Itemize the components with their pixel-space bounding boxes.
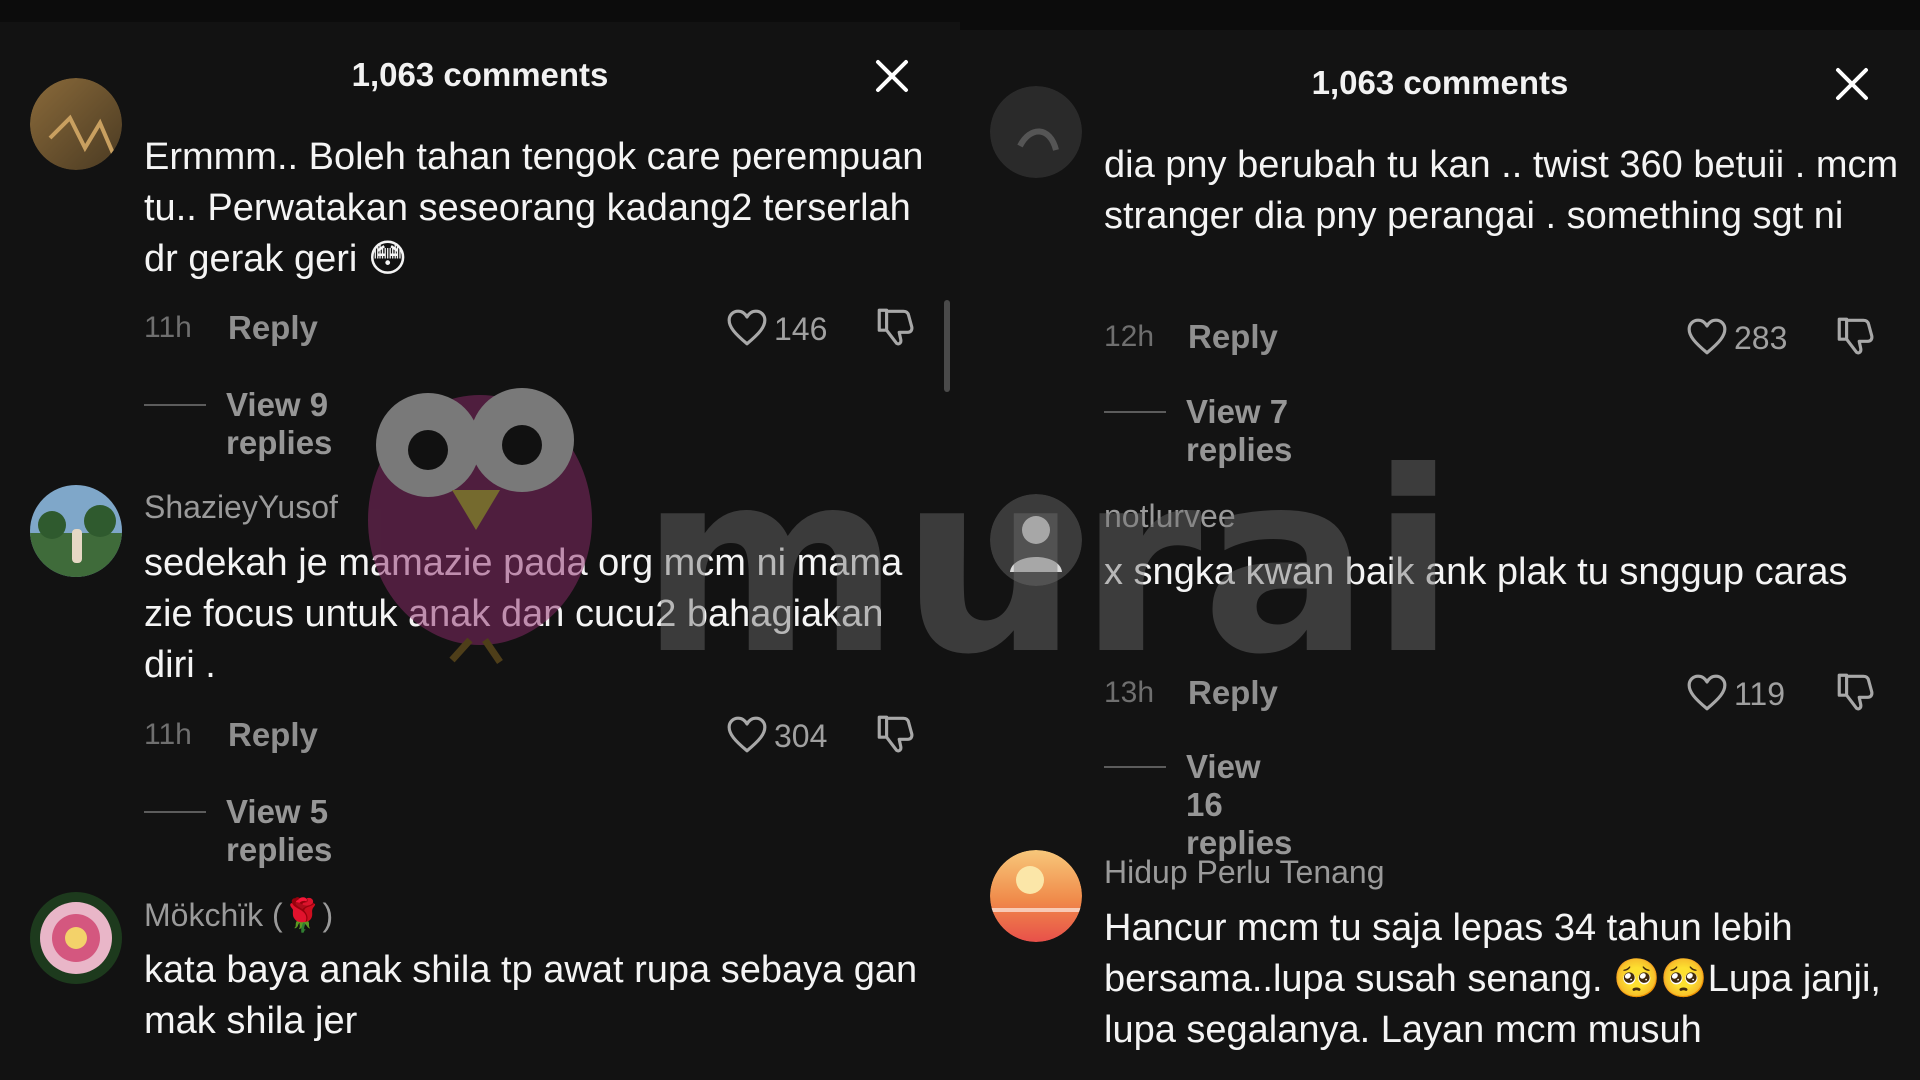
status-strip [960,0,1920,30]
scrollbar[interactable] [944,300,950,392]
dark-photo-avatar[interactable] [990,86,1082,178]
close-icon[interactable] [1832,64,1872,104]
thumbs-down-icon [874,712,916,754]
default-user-avatar[interactable] [990,494,1082,586]
view-replies-label: View 9 replies [226,386,333,461]
sunset-avatar[interactable] [990,850,1082,942]
heart-icon [1686,316,1728,358]
comment-actions: 11h Reply 304 [144,710,920,760]
comment-time: 11h [144,311,192,344]
comment-text: Ermmm.. Boleh tahan tengok care perempua… [144,136,924,280]
reply-button[interactable]: Reply [1188,318,1278,356]
reply-button[interactable]: Reply [228,716,318,754]
comment-username[interactable]: Hidup Perlu Tenang [1104,854,1385,891]
close-icon[interactable] [872,56,912,96]
comments-panel-left: 1,063 comments Ermmm.. Boleh tahan tengo… [0,0,960,1080]
heart-icon [1686,672,1728,714]
like-count: 304 [774,718,828,754]
comment-text: sedekah je mamazie pada org mcm ni mama … [144,542,903,686]
comment-actions: 13h Reply 119 [1104,668,1880,718]
landscape-avatar[interactable] [30,485,122,577]
comment-text: dia pny berubah tu kan .. twist 360 betu… [1104,144,1899,237]
dislike-button[interactable] [1834,314,1876,361]
comments-panel-right: 1,063 comments dia pny berubah tu kan ..… [960,0,1920,1080]
replies-divider [1104,411,1166,413]
comment-text: kata baya anak shila tp awat rupa sebaya… [144,949,918,1042]
dislike-button[interactable] [874,305,916,352]
heart-icon [726,714,768,756]
thumbs-down-icon [1834,670,1876,712]
comments-header: 1,063 comments [960,50,1920,120]
dislike-button[interactable] [1834,670,1876,717]
comment-time: 11h [144,718,192,751]
comment-username[interactable]: ShazieyYusof [144,489,338,526]
comments-count-title: 1,063 comments [1311,64,1569,101]
heart-icon [726,307,768,349]
reply-button[interactable]: Reply [1188,674,1278,712]
photo-avatar[interactable] [30,78,122,170]
comment-actions: 12h Reply 283 [1104,312,1880,362]
reply-button[interactable]: Reply [228,309,318,347]
comment-text: x sngka kwan baik ank plak tu snggup car… [1104,551,1848,593]
comment-actions: 11h Reply 146 [144,303,920,353]
thumbs-down-icon [1834,314,1876,356]
like-count: 119 [1734,676,1786,712]
comment-text: Hancur mcm tu saja lepas 34 tahun lebih … [1104,907,1881,1051]
like-count: 283 [1734,320,1788,356]
comment-time: 13h [1104,676,1155,709]
comment-time: 12h [1104,320,1155,353]
replies-divider [1104,766,1166,768]
view-replies-label: View 5 replies [226,793,333,868]
thumbs-down-icon [874,305,916,347]
flower-avatar[interactable] [30,892,122,984]
view-replies-label: View 7 replies [1186,393,1293,468]
replies-divider [144,404,206,406]
view-replies-label: View 16 replies [1186,748,1293,861]
status-strip [0,0,960,22]
comment-username[interactable]: notlurvee [1104,498,1236,535]
comments-count-title: 1,063 comments [351,56,609,93]
dislike-button[interactable] [874,712,916,759]
comment-username[interactable]: Mökchïk (🌹) [144,896,333,934]
comments-header: 1,063 comments [0,42,960,112]
replies-divider [144,811,206,813]
like-count: 146 [774,311,828,347]
